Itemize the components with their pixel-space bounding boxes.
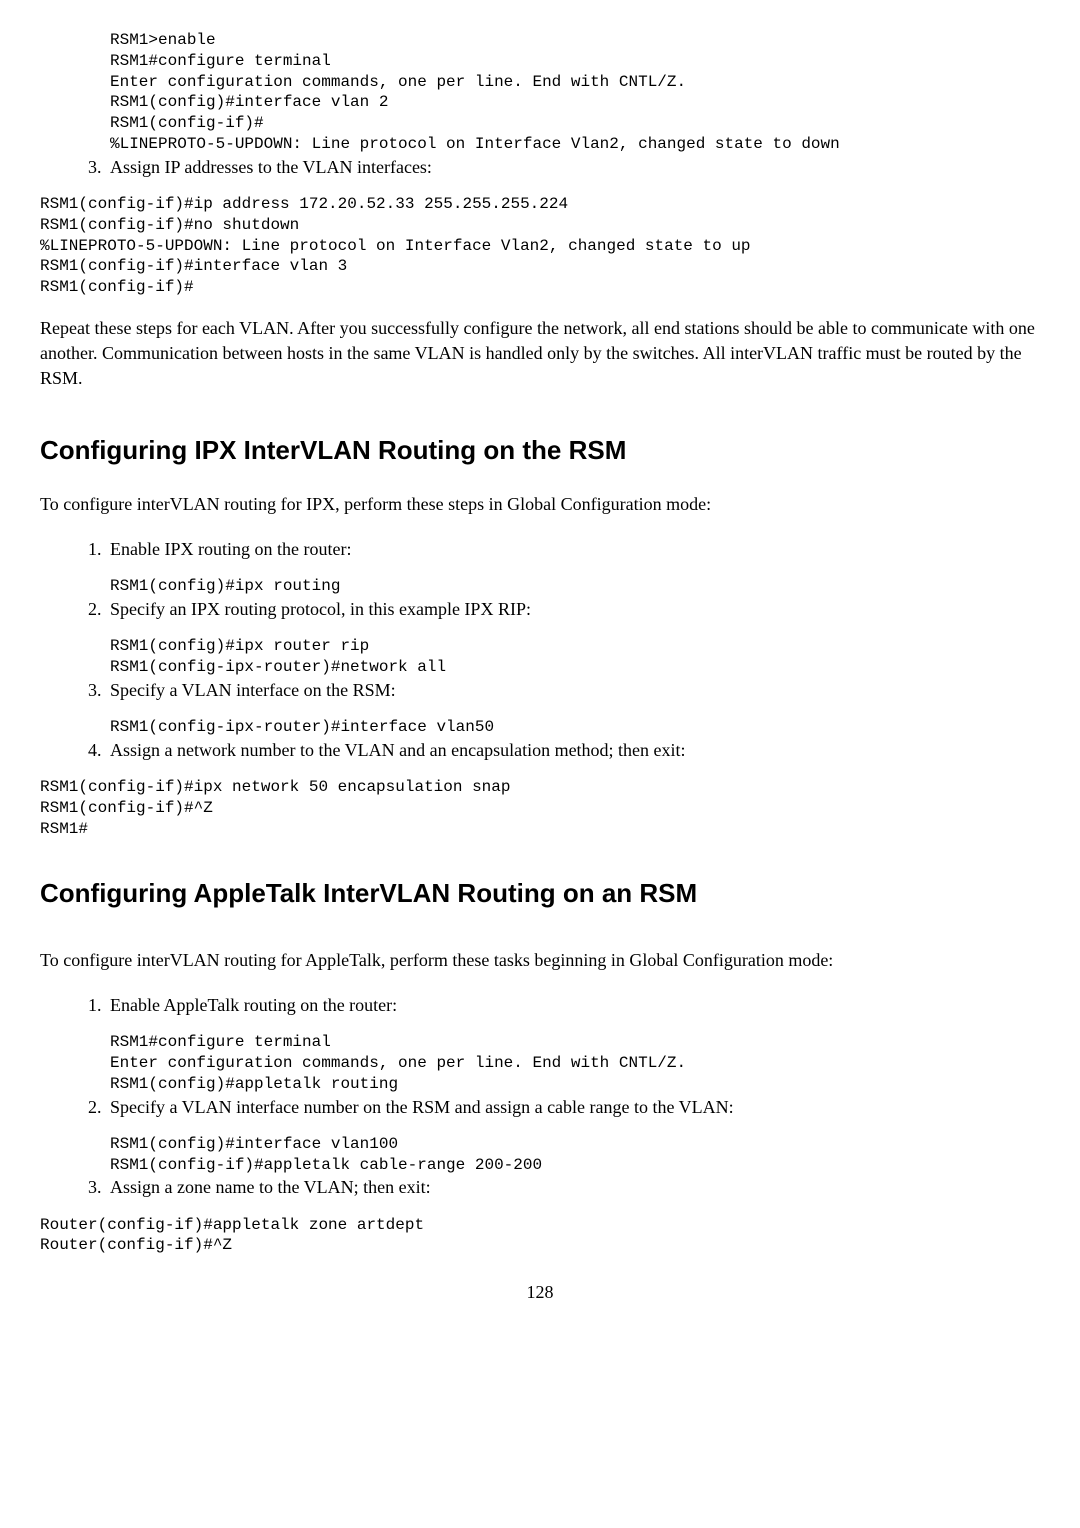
paragraph: To configure interVLAN routing for IPX, … [40, 492, 1040, 517]
code-block: RSM1(config-if)#ipx network 50 encapsula… [40, 777, 1040, 839]
list-number: 3. [88, 678, 110, 703]
heading-ipx: Configuring IPX InterVLAN Routing on the… [40, 432, 1040, 468]
list-number: 1. [88, 993, 110, 1018]
list-item-at-step2: 2. Specify a VLAN interface number on th… [85, 1095, 1040, 1120]
code-block: RSM1(config)#interface vlan100 RSM1(conf… [110, 1134, 1040, 1176]
list-number: 2. [88, 597, 110, 622]
list-item-ipx-step4: 4. Assign a network number to the VLAN a… [85, 738, 1040, 763]
code-block: RSM1(config)#ipx routing [110, 576, 1040, 597]
list-number: 3. [88, 1175, 110, 1200]
code-block: RSM1(config-ipx-router)#interface vlan50 [110, 717, 1040, 738]
code-block: Router(config-if)#appletalk zone artdept… [40, 1215, 1040, 1257]
list-text: Assign IP addresses to the VLAN interfac… [110, 157, 432, 177]
list-text: Specify a VLAN interface on the RSM: [110, 680, 396, 700]
list-text: Assign a zone name to the VLAN; then exi… [110, 1177, 431, 1197]
list-number: 4. [88, 738, 110, 763]
list-item-ip-step3: 3. Assign IP addresses to the VLAN inter… [85, 155, 1040, 180]
list-text: Specify an IPX routing protocol, in this… [110, 599, 531, 619]
list-item-ipx-step2: 2. Specify an IPX routing protocol, in t… [85, 597, 1040, 622]
list-text: Specify a VLAN interface number on the R… [110, 1097, 734, 1117]
list-number: 2. [88, 1095, 110, 1120]
heading-appletalk: Configuring AppleTalk InterVLAN Routing … [40, 875, 1040, 911]
code-block: RSM1(config-if)#ip address 172.20.52.33 … [40, 194, 1040, 298]
list-item-at-step1: 1. Enable AppleTalk routing on the route… [85, 993, 1040, 1018]
list-item-ipx-step3: 3. Specify a VLAN interface on the RSM: [85, 678, 1040, 703]
list-item-at-step3: 3. Assign a zone name to the VLAN; then … [85, 1175, 1040, 1200]
code-block: RSM1(config)#ipx router rip RSM1(config-… [110, 636, 1040, 678]
list-number: 1. [88, 537, 110, 562]
list-text: Assign a network number to the VLAN and … [110, 740, 686, 760]
list-text: Enable IPX routing on the router: [110, 539, 351, 559]
list-text: Enable AppleTalk routing on the router: [110, 995, 397, 1015]
code-block: RSM1>enable RSM1#configure terminal Ente… [110, 30, 1040, 155]
page-number: 128 [40, 1280, 1040, 1305]
list-item-ipx-step1: 1. Enable IPX routing on the router: [85, 537, 1040, 562]
paragraph: To configure interVLAN routing for Apple… [40, 948, 1040, 973]
list-number: 3. [88, 155, 110, 180]
paragraph: Repeat these steps for each VLAN. After … [40, 316, 1040, 392]
code-block: RSM1#configure terminal Enter configurat… [110, 1032, 1040, 1094]
